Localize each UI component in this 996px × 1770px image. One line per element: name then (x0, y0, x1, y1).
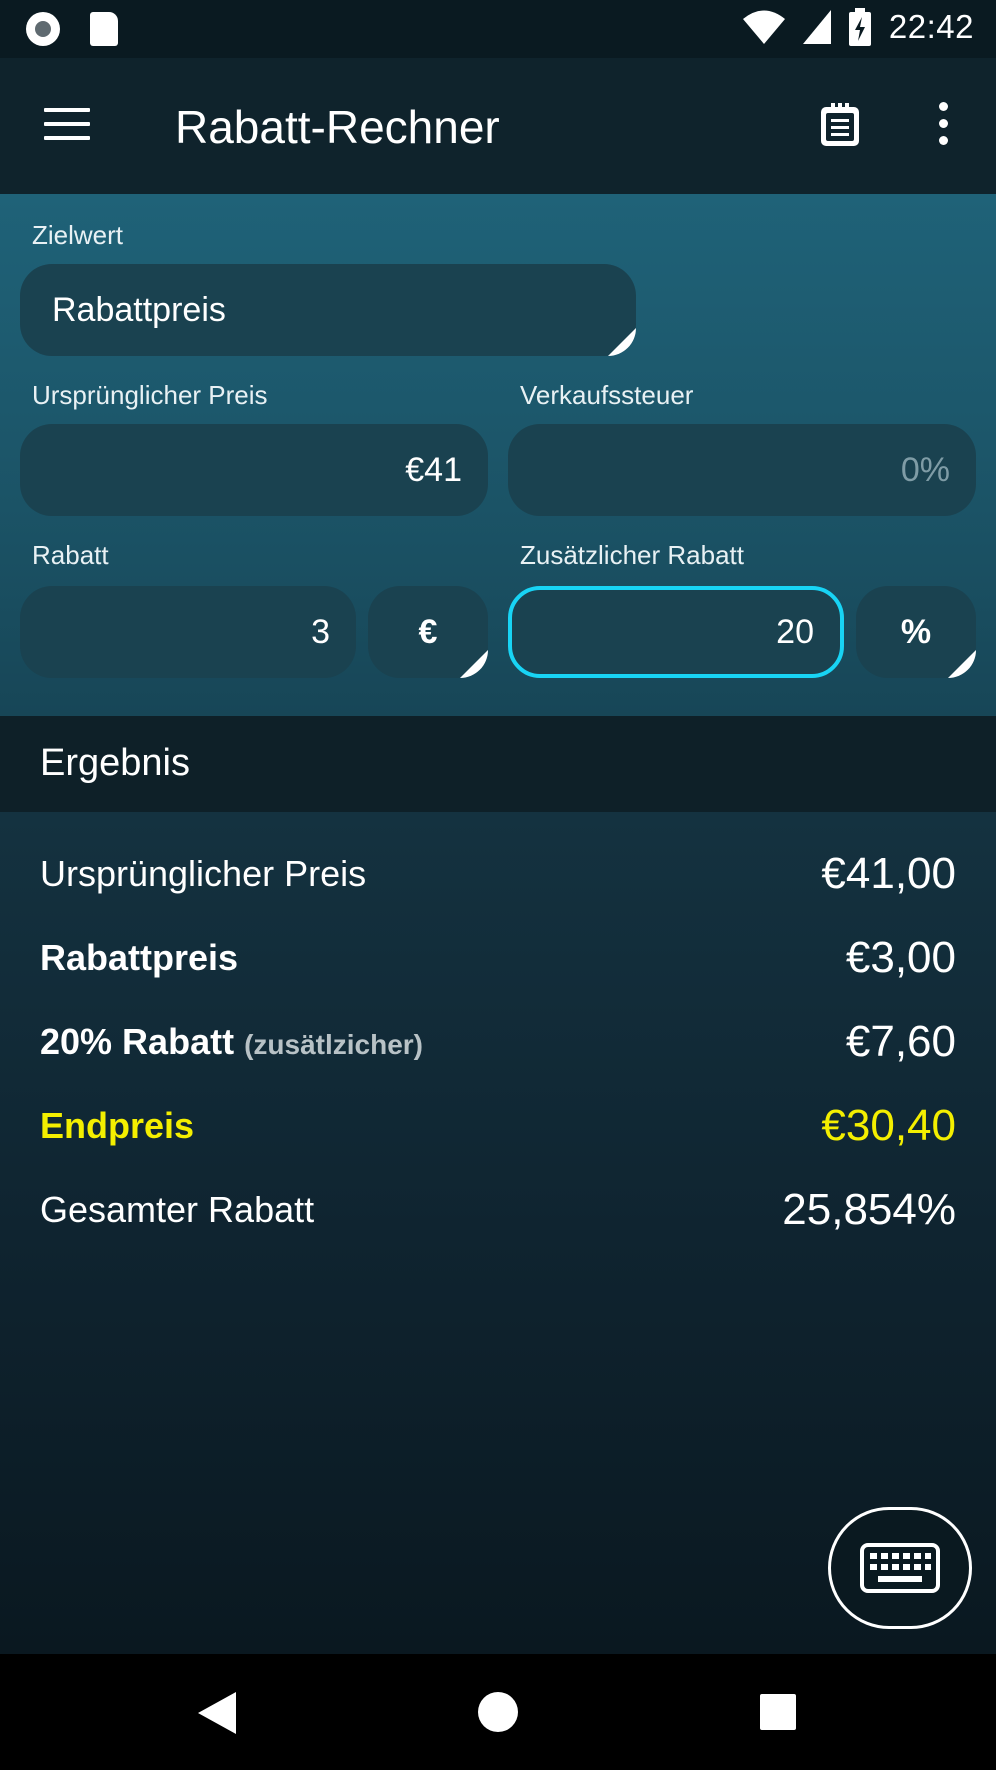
sales-tax-placeholder: 0% (900, 450, 950, 489)
battery-charging-icon (848, 8, 871, 46)
home-icon[interactable] (478, 1692, 518, 1732)
extra-discount-unit-select[interactable]: % (856, 586, 976, 678)
result-row-final-price: Endpreis €30,40 (40, 1098, 956, 1154)
result-label: 20% Rabatt (40, 1021, 235, 1062)
extra-discount-value: 20 (776, 612, 814, 651)
result-sublabel: (zusätlzicher) (244, 1029, 424, 1060)
discount-input[interactable]: 3 (20, 586, 356, 678)
signal-icon (802, 10, 831, 44)
discount-value: 3 (311, 612, 330, 651)
sales-tax-input[interactable]: 0% (508, 424, 976, 516)
result-row-total-discount: Gesamter Rabatt 25,854% (40, 1182, 956, 1238)
clipboard-icon[interactable] (818, 102, 862, 148)
result-label: Gesamter Rabatt (40, 1189, 315, 1230)
result-row-original-price: Ursprünglicher Preis €41,00 (40, 846, 956, 902)
result-value: €7,60 (845, 1017, 956, 1066)
extra-discount-label: Zusätzlicher Rabatt (520, 540, 744, 570)
result-value: 25,854% (782, 1185, 956, 1234)
target-select[interactable]: Rabattpreis (20, 264, 636, 356)
navigation-bar (0, 1654, 996, 1770)
result-value: €3,00 (845, 933, 956, 982)
recents-icon[interactable] (760, 1694, 796, 1730)
target-label: Zielwert (32, 220, 124, 250)
app-bar: Rabatt-Rechner (0, 58, 996, 194)
record-icon (26, 12, 60, 46)
sales-tax-label: Verkaufssteuer (520, 380, 694, 410)
result-row-discount-price: Rabattpreis €3,00 (40, 930, 956, 986)
discount-label: Rabatt (32, 540, 109, 570)
result-label: Ursprünglicher Preis (40, 853, 367, 894)
extra-discount-input[interactable]: 20 (508, 586, 844, 678)
keyboard-icon (860, 1543, 940, 1593)
original-price-input[interactable]: €41 (20, 424, 488, 516)
result-value: €30,40 (821, 1101, 956, 1150)
result-value: €41,00 (821, 849, 956, 898)
extra-discount-unit-value: % (900, 612, 932, 651)
result-label: Endpreis (40, 1105, 195, 1146)
back-icon[interactable] (198, 1692, 236, 1734)
results-header: Ergebnis (0, 716, 996, 812)
results-title: Ergebnis (40, 742, 190, 784)
discount-unit-select[interactable]: € (368, 586, 488, 678)
target-select-value: Rabattpreis (52, 290, 226, 329)
sd-card-icon (90, 12, 118, 46)
status-time: 22:42 (888, 8, 974, 45)
result-label: Rabattpreis (40, 937, 239, 978)
menu-icon[interactable] (44, 108, 90, 142)
more-vert-icon[interactable] (928, 102, 958, 150)
result-row-extra-discount: 20% Rabatt (zusätlzicher) €7,60 (40, 1014, 956, 1070)
input-panel: Zielwert Rabattpreis Ursprünglicher Prei… (0, 194, 996, 716)
original-price-label: Ursprünglicher Preis (32, 380, 268, 410)
status-bar: 22:42 (0, 0, 996, 58)
wifi-icon (742, 10, 785, 44)
original-price-value: €41 (405, 450, 462, 489)
keyboard-button[interactable] (828, 1507, 972, 1629)
discount-unit-value: € (418, 612, 438, 651)
app-title: Rabatt-Rechner (175, 101, 500, 153)
